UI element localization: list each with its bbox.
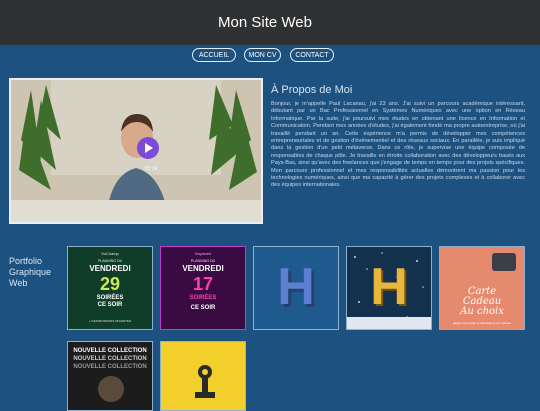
thumb-line1: SOIRÉES [96,295,124,301]
thumb-subtitle: PLANNING DU [190,259,216,263]
portfolio-thumb-2[interactable]: Hayaweb PLANNING DU VENDREDI 17 SOIRÉES … [160,246,246,330]
main-nav: ACCUEIL MON CV CONTACT [0,48,540,66]
product-icon [98,376,124,402]
thumb-logo-letter: H [277,258,315,316]
thumb-logo-letter: H [370,258,408,316]
gift-box-icon [492,253,516,271]
portfolio-thumb-4[interactable]: H [346,246,432,330]
thumb-line2: NOUVELLE COLLECTION [73,356,147,362]
portfolio-thumb-3[interactable]: H [253,246,339,330]
thumb-line3: Au choix [460,306,504,317]
thumb-foot: gagne une soirée et sélectionne ton cade… [452,321,512,325]
site-title: Mon Site Web [218,14,312,31]
portfolio-thumb-6[interactable]: NOUVELLE COLLECTION NOUVELLE COLLECTION … [67,341,153,411]
thumb-line1: SOIRÉES [189,295,217,301]
about-text: Bonjour, je m'appelle Paul Lacanau, j'ai… [271,101,525,189]
nav-cv-button[interactable]: MON CV [244,48,281,62]
about-title: À Propos de Moi [271,84,353,96]
thumb-foot: + DES BOISSONS OFFERTES [88,319,132,323]
portfolio-thumb-1[interactable]: VoChamp PLANNING DU VENDREDI 29 SOIRÉES … [67,246,153,330]
thumb-line1: NOUVELLE COLLECTION [73,348,147,354]
portfolio-thumb-7[interactable] [160,341,246,411]
thumb-subtitle: PLANNING DU [97,259,123,263]
thumb-line2: CE SOIR [190,305,216,311]
portfolio-title: Portfolio Graphique Web [9,256,52,288]
thumb-number: 29 [99,274,121,294]
thumb-line2: CE SOIR [97,302,123,308]
play-button-icon[interactable] [137,137,159,159]
video-time: 01:24 [144,166,158,172]
video-scene-image [11,80,261,222]
thumb-day: VENDREDI [89,264,131,273]
thumb-number: 17 [192,274,214,294]
nav-accueil-button[interactable]: ACCUEIL [192,48,236,62]
nav-contact-button[interactable]: CONTACT [290,48,334,62]
portfolio-thumb-5[interactable]: Carte Cadeau Au choix gagne une soirée e… [439,246,525,330]
video-player[interactable]: 01:24 [9,78,263,224]
thumb-line3: NOUVELLE COLLECTION [73,364,147,370]
thumb-brand: Hayaweb [194,251,212,256]
trophy-icon [195,365,215,398]
thumb-day: VENDREDI [182,264,224,273]
thumb-brand: VoChamp [101,251,119,256]
